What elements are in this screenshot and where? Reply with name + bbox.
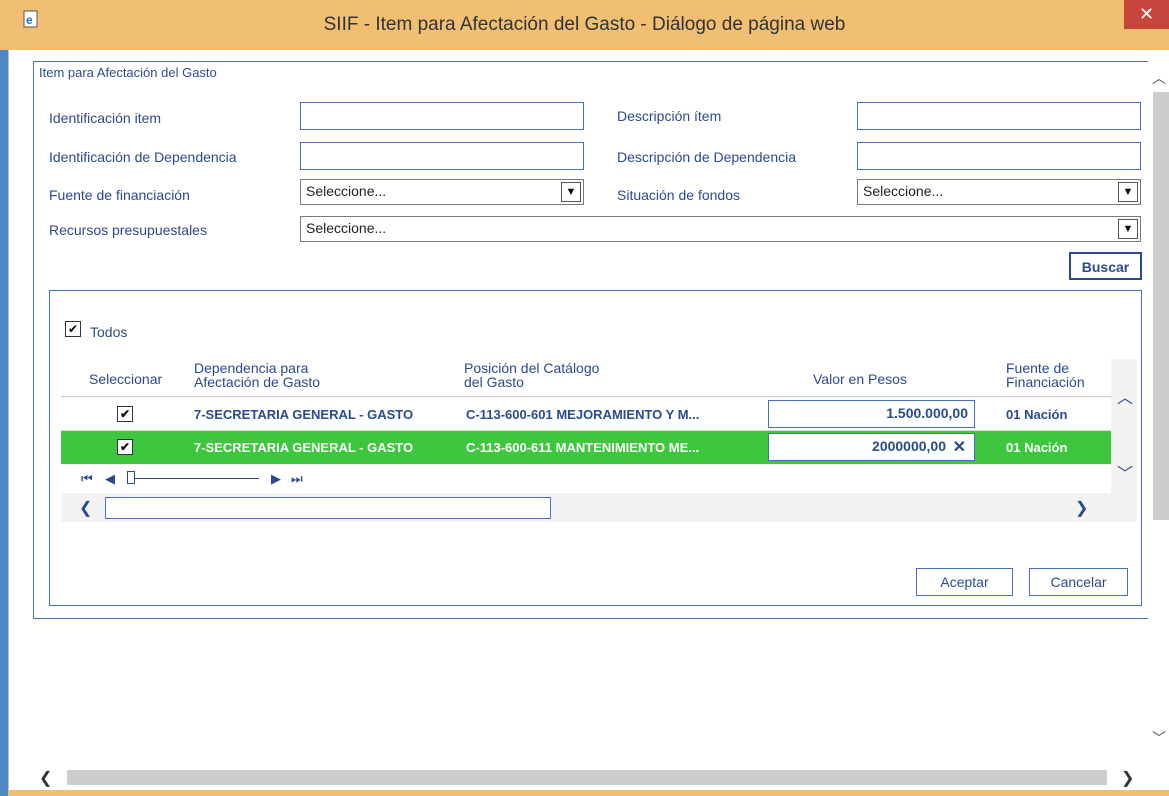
prev-page-icon[interactable]: ◀ — [105, 471, 115, 487]
col-posicion-line2: del Gasto — [464, 374, 524, 390]
first-page-icon[interactable]: ⏮ — [81, 471, 93, 487]
chevron-down-icon[interactable]: ﹀ — [1117, 460, 1133, 484]
chevron-right-icon[interactable]: ❯ — [1121, 768, 1134, 788]
chevron-left-icon[interactable]: ❮ — [79, 498, 92, 518]
last-page-icon[interactable]: ⏭ — [291, 471, 303, 487]
title-bar[interactable]: e SIIF - Item para Afectación del Gasto … — [0, 0, 1169, 50]
fuente-financiacion-label: Fuente de financiación — [49, 187, 190, 203]
col-posicion-line1: Posición del Catálogo — [464, 360, 600, 376]
situacion-fondos-label: Situación de fondos — [617, 187, 740, 203]
row-valor-input[interactable]: 2000000,00 ✕ — [768, 433, 975, 461]
grid-pager: ⏮ ◀ ▶ ⏭ — [61, 465, 1111, 493]
todos-checkbox[interactable]: ✔ — [65, 321, 81, 337]
table-row[interactable]: ✔ 7-SECRETARIA GENERAL - GASTO C-113-600… — [61, 398, 1111, 431]
page-vscroll-thumb[interactable] — [1153, 92, 1169, 520]
close-button[interactable]: ✕ — [1124, 0, 1169, 29]
search-form-panel: Item para Afectación del Gasto Identific… — [33, 61, 1155, 619]
situacion-fondos-value: Seleccione... — [863, 183, 944, 199]
clear-icon[interactable]: ✕ — [953, 437, 966, 457]
situacion-fondos-select[interactable]: Seleccione... ▼ — [857, 179, 1141, 205]
page-slider-track[interactable] — [129, 478, 259, 479]
row-valor-input[interactable]: 1.500.000,00 — [768, 400, 975, 428]
dialog-content: Item para Afectación del Gasto Identific… — [8, 50, 1169, 790]
row-select-checkbox[interactable]: ✔ — [117, 439, 133, 455]
row-posicion: C-113-600-601 MEJORAMIENTO Y M... — [466, 407, 700, 422]
fuente-financiacion-value: Seleccione... — [306, 183, 387, 199]
recursos-presupuestales-label: Recursos presupuestales — [49, 222, 207, 238]
chevron-up-icon[interactable]: ︿ — [1117, 384, 1133, 408]
col-dependencia-line1: Dependencia para — [194, 360, 309, 376]
dialog-window: e SIIF - Item para Afectación del Gasto … — [0, 0, 1169, 796]
grid-hscroll-thumb[interactable] — [105, 497, 551, 519]
descripcion-dependencia-label: Descripción de Dependencia — [617, 149, 796, 165]
row-dependencia: 7-SECRETARIA GENERAL - GASTO — [194, 407, 414, 422]
row-posicion: C-113-600-611 MANTENIMIENTO ME... — [466, 440, 700, 455]
fuente-financiacion-select[interactable]: Seleccione... ▼ — [300, 179, 584, 205]
panel-legend: Item para Afectación del Gasto — [39, 65, 217, 80]
grid-vertical-scrollbar[interactable]: ︿ ﹀ — [1111, 384, 1137, 494]
page-hscroll-thumb[interactable] — [67, 770, 1107, 785]
results-grid: Seleccionar Dependencia para Afectación … — [61, 359, 1137, 522]
page-slider-handle[interactable] — [127, 471, 135, 484]
chevron-down-icon[interactable]: ﹀ — [1152, 728, 1166, 746]
row-valor-text: 1.500.000,00 — [886, 405, 968, 421]
cancelar-button[interactable]: Cancelar — [1029, 568, 1128, 596]
chevron-down-icon[interactable]: ▼ — [1118, 219, 1138, 239]
col-fuente-line2: Financiación — [1006, 374, 1085, 390]
col-seleccionar: Seleccionar — [89, 371, 163, 387]
row-fuente: 01 Nación — [1006, 407, 1068, 422]
page-horizontal-scrollbar[interactable]: ❮ ❯ — [9, 765, 1169, 790]
chevron-up-icon[interactable]: ︿ — [1152, 68, 1166, 86]
buscar-button[interactable]: Buscar — [1069, 252, 1142, 280]
identificacion-dependencia-label: Identificación de Dependencia — [49, 149, 237, 165]
col-fuente-line1: Fuente de — [1006, 360, 1070, 376]
chevron-down-icon[interactable]: ▼ — [561, 182, 581, 202]
window-title: SIIF - Item para Afectación del Gasto - … — [323, 14, 846, 35]
todos-label: Todos — [90, 324, 128, 340]
row-dependencia: 7-SECRETARIA GENERAL - GASTO — [194, 440, 414, 455]
row-fuente: 01 Nación — [1006, 440, 1068, 455]
recursos-presupuestales-select[interactable]: Seleccione... ▼ — [300, 216, 1141, 242]
left-window-border — [0, 50, 8, 796]
results-panel: ✔ Todos Seleccionar Dependencia para Afe… — [49, 290, 1142, 606]
col-valor: Valor en Pesos — [813, 371, 907, 387]
identificacion-item-input[interactable] — [300, 102, 584, 130]
table-row-selected[interactable]: ✔ 7-SECRETARIA GENERAL - GASTO C-113-600… — [61, 431, 1111, 464]
col-dependencia-line2: Afectación de Gasto — [194, 374, 321, 390]
aceptar-button[interactable]: Aceptar — [916, 568, 1013, 596]
descripcion-dependencia-input[interactable] — [857, 142, 1141, 170]
row-valor-text: 2000000,00 — [872, 438, 946, 454]
recursos-presupuestales-value: Seleccione... — [306, 220, 387, 236]
identificacion-item-label: Identificación item — [49, 110, 162, 126]
grid-header: Seleccionar Dependencia para Afectación … — [61, 359, 1111, 397]
descripcion-item-label: Descripción ítem — [617, 108, 722, 124]
chevron-down-icon[interactable]: ▼ — [1118, 182, 1138, 202]
next-page-icon[interactable]: ▶ — [271, 471, 281, 487]
row-select-checkbox[interactable]: ✔ — [117, 406, 133, 422]
identificacion-dependencia-input[interactable] — [300, 142, 584, 170]
chevron-right-icon[interactable]: ❯ — [1075, 498, 1088, 518]
chevron-left-icon[interactable]: ❮ — [39, 768, 52, 788]
page-vertical-scrollbar[interactable]: ︿ ﹀ — [1148, 60, 1169, 760]
grid-horizontal-scrollbar[interactable]: ❮ ❯ — [61, 494, 1137, 522]
descripcion-item-input[interactable] — [857, 102, 1141, 130]
